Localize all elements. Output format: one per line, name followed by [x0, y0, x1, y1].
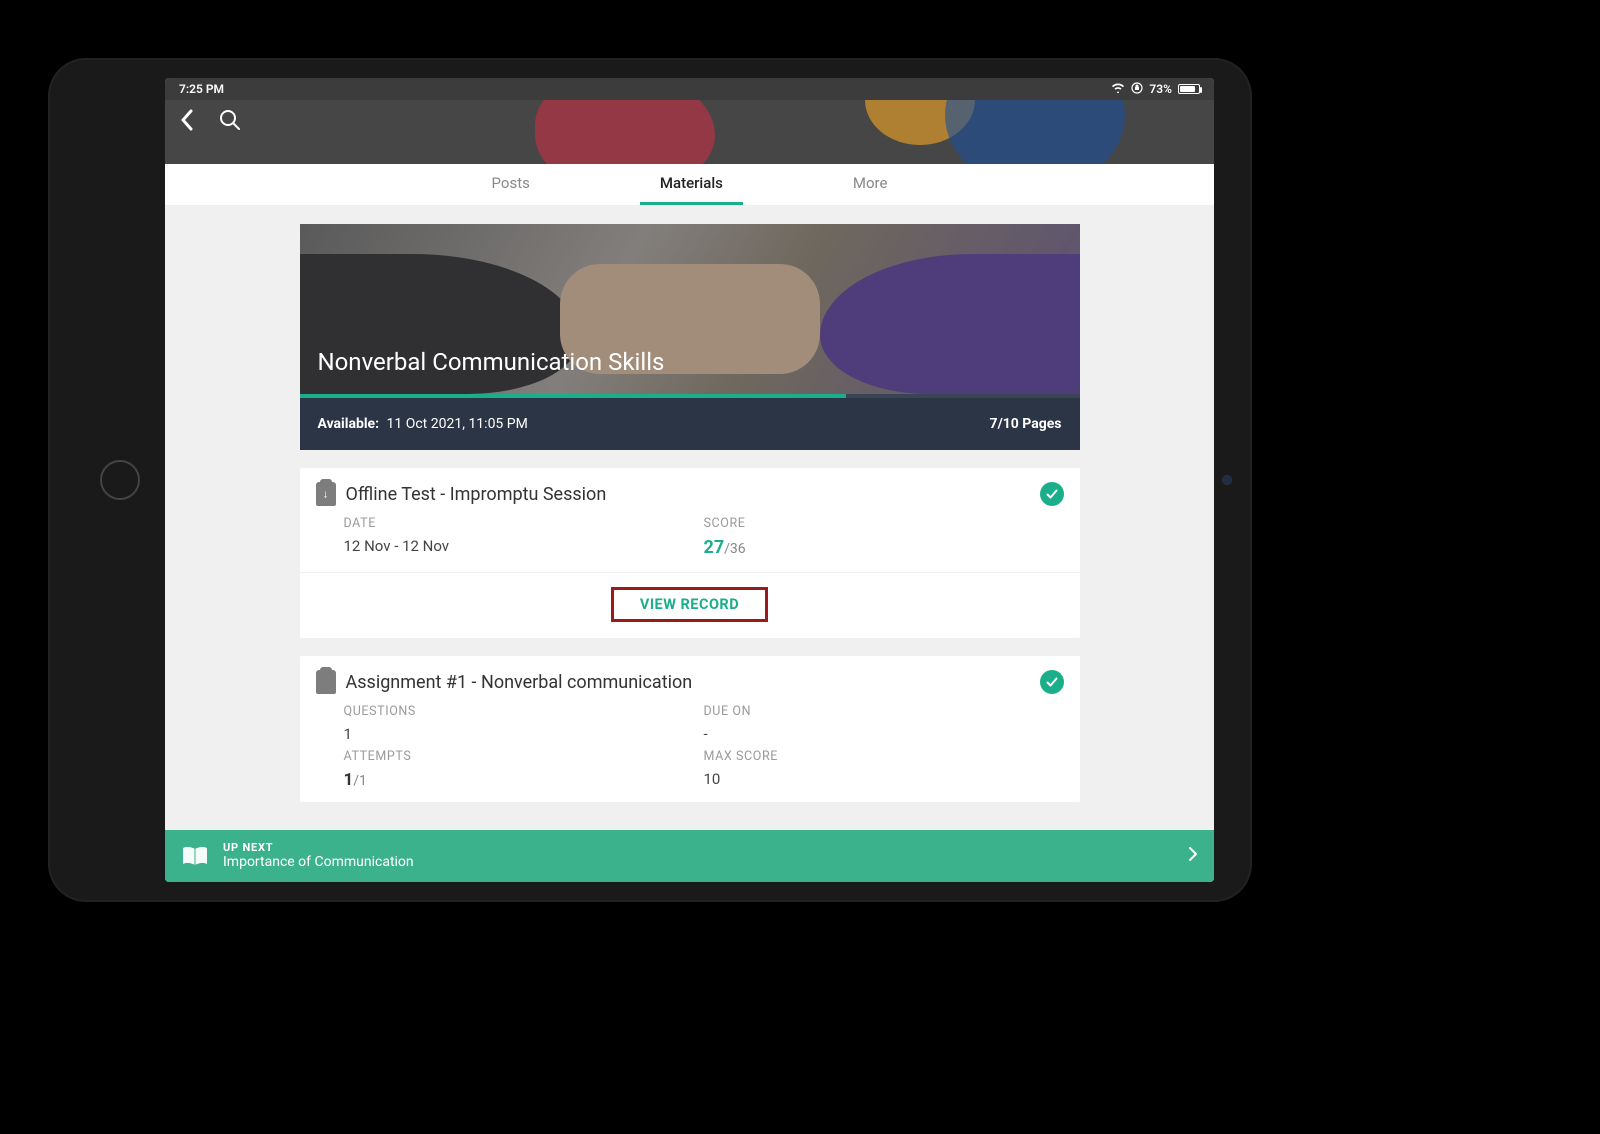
wifi-icon — [1111, 82, 1125, 96]
view-record-button[interactable]: VIEW RECORD — [640, 596, 739, 613]
score-col: SCORE 27/36 — [704, 516, 1064, 558]
course-title: Nonverbal Communication Skills — [318, 348, 665, 376]
battery-percent: 73% — [1149, 82, 1172, 96]
questions-value: 1 — [344, 725, 704, 743]
date-label: DATE — [344, 516, 704, 531]
material-card-offline-test[interactable]: ↓ Offline Test - Impromptu Session DATE … — [300, 468, 1080, 638]
back-button[interactable] — [179, 108, 195, 136]
chevron-right-icon — [1188, 846, 1198, 866]
available-label: Available: — [318, 416, 380, 432]
attempts-col: ATTEMPTS 1/1 — [344, 749, 704, 790]
orientation-lock-icon — [1131, 82, 1143, 97]
due-value: - — [704, 725, 1064, 743]
pages-count: 7/10 Pages — [990, 416, 1062, 432]
card-header: Assignment #1 - Nonverbal communication — [300, 670, 1080, 694]
available-value: 11 Oct 2021, 11:05 PM — [387, 416, 528, 432]
pages-value: 7/10 Pages — [990, 416, 1062, 432]
front-camera — [1222, 475, 1232, 485]
due-label: DUE ON — [704, 704, 1064, 719]
card-body-row2: ATTEMPTS 1/1 MAX SCORE 10 — [300, 743, 1080, 790]
ipad-frame: 7:25 PM 73% — [50, 60, 1250, 900]
tab-materials[interactable]: Materials — [640, 164, 743, 205]
tab-label: Materials — [660, 174, 723, 192]
up-next-footer[interactable]: UP NEXT Importance of Communication — [165, 830, 1214, 882]
attempts-done: 1 — [344, 770, 354, 790]
clipboard-icon — [316, 670, 336, 694]
completed-badge — [1040, 482, 1064, 506]
decorative-blob — [945, 100, 1125, 164]
next-lesson-title: Importance of Communication — [223, 854, 414, 871]
progress-bar — [300, 394, 1080, 398]
card-title: Assignment #1 - Nonverbal communication — [346, 672, 693, 693]
date-col: DATE 12 Nov - 12 Nov — [344, 516, 704, 558]
tab-label: More — [853, 174, 888, 192]
course-meta-bar: Available: 11 Oct 2021, 11:05 PM 7/10 Pa… — [300, 398, 1080, 450]
completed-badge — [1040, 670, 1064, 694]
score-earned: 27 — [704, 537, 725, 558]
due-col: DUE ON - — [704, 704, 1064, 743]
tab-posts[interactable]: Posts — [472, 164, 550, 205]
content-scroll[interactable]: Nonverbal Communication Skills Available… — [165, 206, 1214, 830]
screen: 7:25 PM 73% — [165, 78, 1214, 882]
questions-col: QUESTIONS 1 — [344, 704, 704, 743]
available-info: Available: 11 Oct 2021, 11:05 PM — [318, 416, 528, 432]
attempts-value: 1/1 — [344, 770, 704, 790]
tab-more[interactable]: More — [833, 164, 908, 205]
tab-label: Posts — [492, 174, 530, 192]
maxscore-col: MAX SCORE 10 — [704, 749, 1064, 790]
content-inner: Nonverbal Communication Skills Available… — [300, 224, 1080, 802]
progress-fill — [300, 394, 846, 398]
footer-text: UP NEXT Importance of Communication — [223, 841, 414, 871]
maxscore-value: 10 — [704, 770, 1064, 788]
attempts-label: ATTEMPTS — [344, 749, 704, 764]
top-nav — [179, 108, 241, 136]
status-time: 7:25 PM — [179, 82, 224, 96]
up-next-label: UP NEXT — [223, 841, 414, 854]
view-record-row: VIEW RECORD — [300, 573, 1080, 626]
score-value: 27/36 — [704, 537, 1064, 558]
questions-label: QUESTIONS — [344, 704, 704, 719]
tabs: Posts Materials More — [165, 164, 1214, 206]
course-hero: Nonverbal Communication Skills — [300, 224, 1080, 394]
home-button[interactable] — [100, 460, 140, 500]
book-icon — [181, 845, 209, 867]
card-body-row1: QUESTIONS 1 DUE ON - — [300, 694, 1080, 743]
attempts-of: /1 — [353, 773, 367, 789]
score-label: SCORE — [704, 516, 1064, 531]
clipboard-download-icon: ↓ — [316, 482, 336, 506]
material-card-assignment[interactable]: Assignment #1 - Nonverbal communication … — [300, 656, 1080, 802]
card-header: ↓ Offline Test - Impromptu Session — [300, 482, 1080, 506]
status-bar: 7:25 PM 73% — [165, 78, 1214, 100]
card-body: DATE 12 Nov - 12 Nov SCORE 27/36 — [300, 506, 1080, 573]
status-right: 73% — [1111, 82, 1200, 97]
score-of: /36 — [724, 541, 746, 557]
card-title: Offline Test - Impromptu Session — [346, 484, 607, 505]
search-icon[interactable] — [219, 109, 241, 135]
annotation-highlight: VIEW RECORD — [611, 587, 768, 622]
decorative-blob — [535, 100, 715, 164]
date-value: 12 Nov - 12 Nov — [344, 537, 704, 555]
maxscore-label: MAX SCORE — [704, 749, 1064, 764]
battery-icon — [1178, 84, 1200, 94]
header-region — [165, 100, 1214, 164]
